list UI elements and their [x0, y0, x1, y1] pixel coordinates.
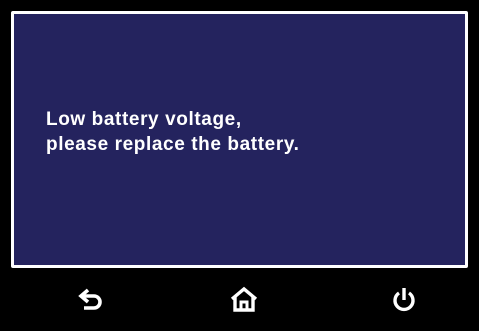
message-line-1: Low battery voltage,: [46, 109, 242, 130]
home-button[interactable]: [222, 280, 266, 320]
home-icon: [230, 286, 258, 312]
power-button[interactable]: [382, 280, 426, 320]
message-line-2: please replace the battery.: [46, 134, 300, 155]
battery-warning-message: Low battery voltage, please replace the …: [46, 107, 299, 157]
back-arrow-icon: [78, 288, 102, 310]
back-button[interactable]: [70, 280, 114, 320]
bottom-navigation-bar: [0, 270, 479, 331]
power-icon: [393, 288, 415, 312]
message-dialog: Low battery voltage, please replace the …: [11, 11, 468, 268]
